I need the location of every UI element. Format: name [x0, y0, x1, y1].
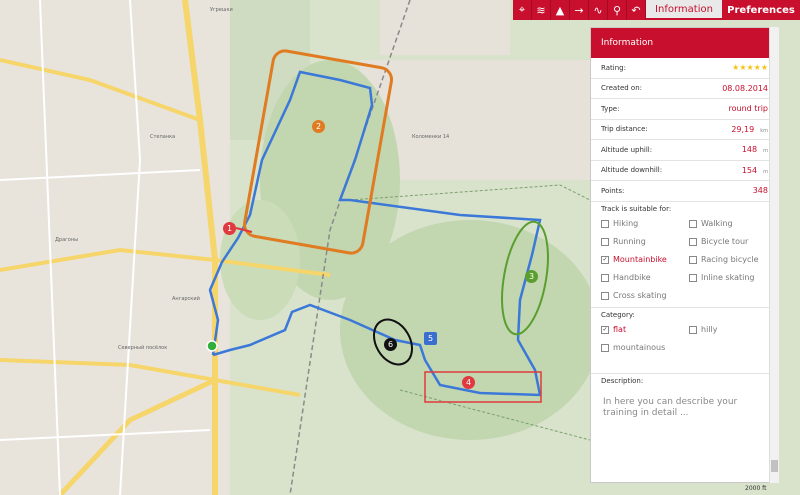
tab-preferences[interactable]: Preferences [722, 0, 800, 20]
checkbox-racing-bicycle[interactable]: Racing bicycle [689, 251, 777, 269]
crosshair-icon[interactable]: ⌖ [513, 0, 532, 20]
info-row: Trip distance: 29,19 km [591, 120, 778, 140]
waypoint-marker-4[interactable]: 4 [462, 376, 475, 389]
checkbox-walking[interactable]: Walking [689, 215, 777, 233]
checkbox-mountainous[interactable]: mountainous [601, 339, 689, 357]
map-toolbar: ⌖ ≋ ▲ → ∿ ⚲ ↶ Information Preferences [513, 0, 800, 20]
info-value: round trip [728, 104, 769, 114]
place-label: Северный посёлок [118, 344, 167, 351]
checkbox-bicycle-tour[interactable]: Bicycle tour [689, 233, 777, 251]
waypoint-marker-5[interactable]: 5 [424, 332, 437, 345]
panel-scrollbar[interactable] [769, 27, 779, 483]
checkbox-cross-skating[interactable]: Cross skating [601, 287, 689, 305]
checkbox-hilly[interactable]: hilly [689, 321, 777, 339]
rating-row: Rating: ★★★★★ [591, 58, 778, 79]
checkbox-checked-icon: ✓ [601, 325, 609, 334]
checkbox-checked-icon: ✓ [601, 255, 609, 264]
place-label: Коломенки 14 [412, 134, 449, 140]
checkbox-icon [689, 325, 697, 334]
suitable-label: Track is suitable for: [601, 204, 672, 213]
info-unit: km [760, 127, 768, 134]
checkbox-icon [601, 237, 609, 246]
panel-title: Information [591, 28, 778, 58]
information-panel: Information Rating: ★★★★★ Created on: 08.… [590, 27, 779, 483]
info-row: Points: 348 [591, 181, 778, 202]
info-value: 148 [741, 145, 758, 155]
waypoint-marker-1[interactable]: 1 [223, 222, 236, 235]
waypoint-marker-3[interactable]: 3 [525, 270, 538, 283]
undo-icon[interactable]: ↶ [627, 0, 646, 20]
checkbox-icon [689, 273, 697, 282]
info-value: 29,19 [731, 124, 755, 134]
start-point[interactable] [206, 340, 218, 352]
info-row: Altitude uphill: 148 m [591, 140, 778, 161]
category-label: Category: [601, 310, 635, 319]
place-label: Степанка [150, 134, 175, 140]
info-value: 348 [752, 186, 768, 196]
category-checklist: ✓ flat hilly mountainous [591, 321, 778, 357]
info-label: Created on: [601, 84, 643, 93]
checkbox-inline-skating[interactable]: Inline skating [689, 269, 777, 287]
info-row: Created on: 08.08.2014 [591, 79, 778, 99]
map-scale: 2000 ft [745, 485, 767, 492]
checkbox-icon [689, 219, 697, 228]
rating-stars[interactable]: ★★★★★ [732, 63, 768, 72]
rating-label: Rating: [601, 63, 626, 72]
route-icon[interactable]: ∿ [589, 0, 608, 20]
info-label: Type: [601, 104, 620, 113]
info-label: Trip distance: [601, 125, 648, 134]
pin-icon[interactable]: ⚲ [608, 0, 627, 20]
info-value: 154 [741, 165, 758, 175]
info-label: Points: [601, 186, 625, 195]
checkbox-icon [689, 237, 697, 246]
checkbox-mountainbike[interactable]: ✓ Mountainbike [601, 251, 689, 269]
info-unit: m [763, 168, 768, 175]
checkbox-icon [601, 219, 609, 228]
place-label: Угрешки [210, 7, 233, 13]
info-row: Type: round trip [591, 99, 778, 120]
place-label: Ангарский [172, 295, 200, 302]
tab-information[interactable]: Information [646, 0, 722, 20]
info-unit: m [763, 148, 768, 155]
checkbox-handbike[interactable]: Handbike [601, 269, 689, 287]
mountain-icon[interactable]: ▲ [551, 0, 570, 20]
info-label: Altitude uphill: [601, 145, 653, 154]
description-field[interactable]: In here you can describe your training i… [599, 397, 770, 419]
checkbox-hiking[interactable]: Hiking [601, 215, 689, 233]
info-value: 08.08.2014 [722, 83, 768, 93]
checkbox-running[interactable]: Running [601, 233, 689, 251]
checkbox-icon [689, 255, 697, 264]
checkbox-flat[interactable]: ✓ flat [601, 321, 689, 339]
checkbox-icon [601, 343, 609, 352]
layers-icon[interactable]: ≋ [532, 0, 551, 20]
info-row: Altitude downhill: 154 m [591, 161, 778, 181]
place-label: Драгоны [55, 237, 78, 243]
scroll-thumb[interactable] [771, 460, 778, 472]
waypoint-marker-2[interactable]: 2 [312, 120, 325, 133]
checkbox-icon [601, 291, 609, 300]
description-label: Description: [601, 376, 644, 385]
suitable-checklist: Hiking Walking Running Bicycle tour ✓ Mou… [591, 215, 778, 305]
arrow-icon[interactable]: → [570, 0, 589, 20]
info-label: Altitude downhill: [601, 166, 663, 175]
checkbox-icon [601, 273, 609, 282]
waypoint-marker-6[interactable]: 6 [384, 338, 397, 351]
